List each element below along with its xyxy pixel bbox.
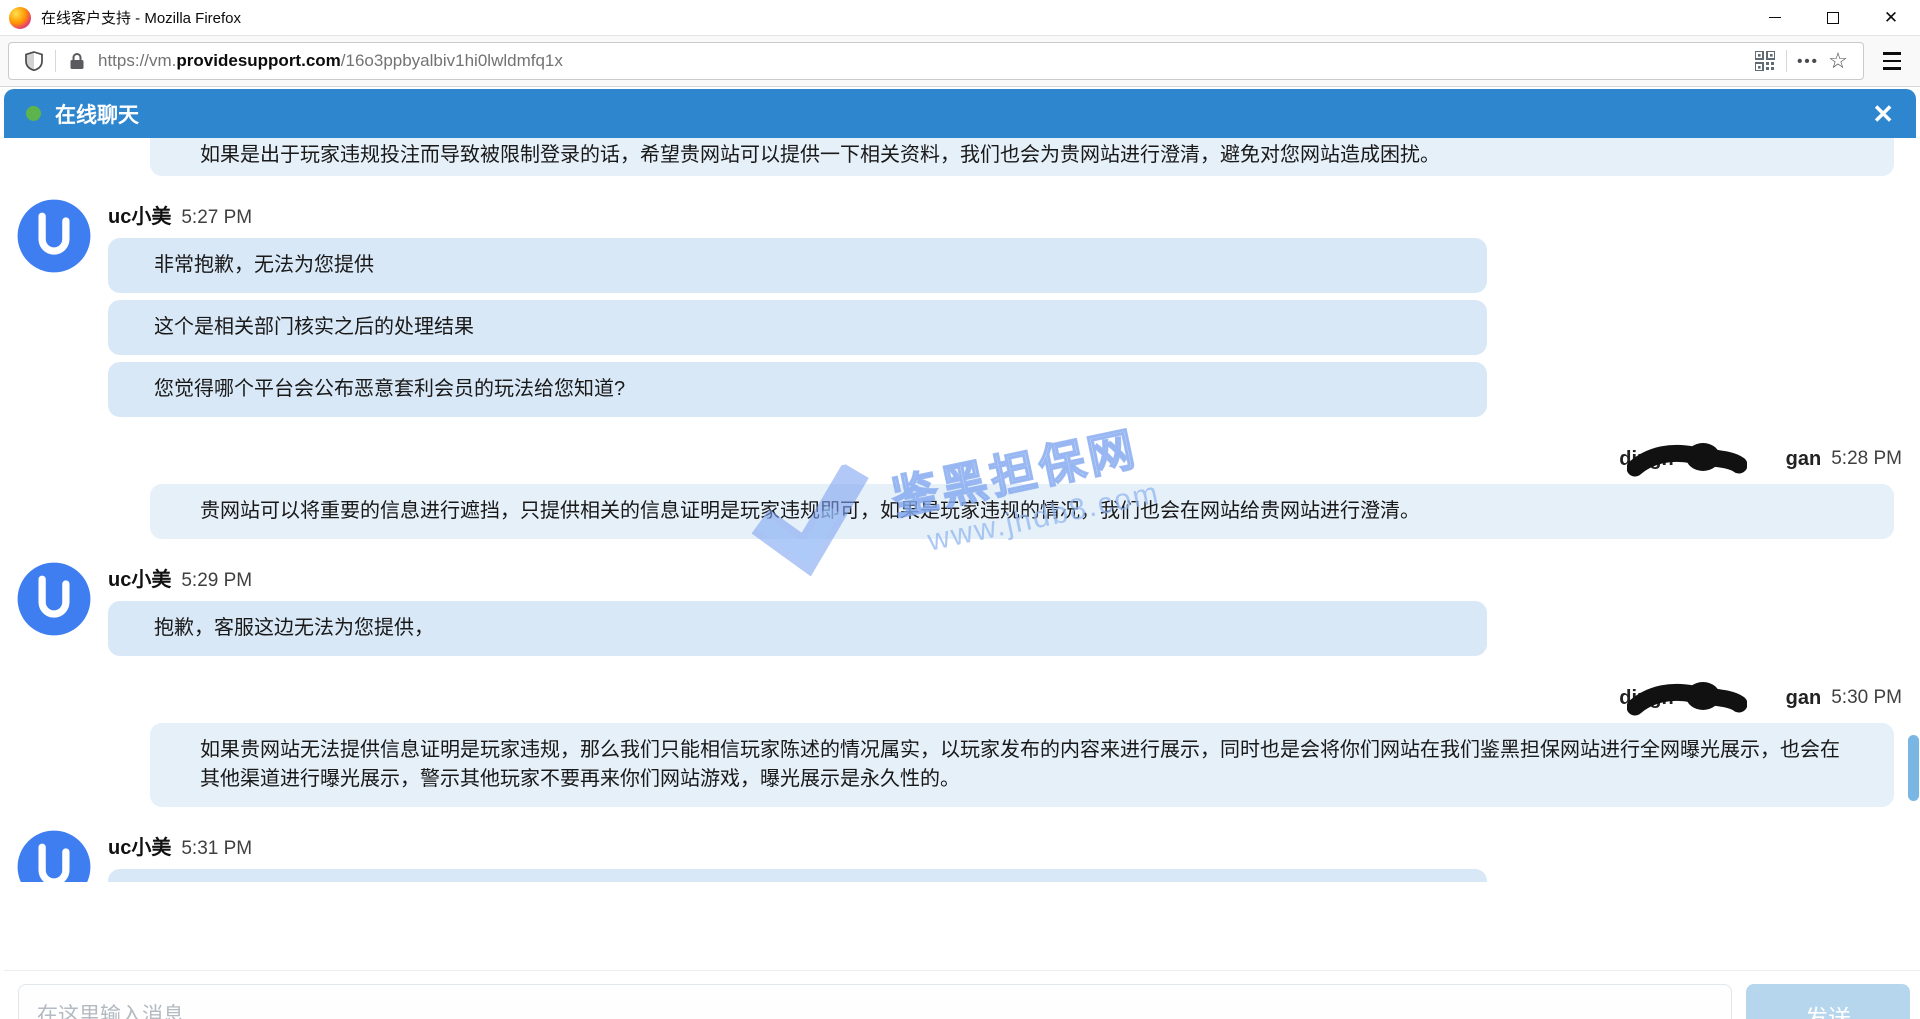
message-meta: uc小美 5:29 PM (108, 563, 1487, 592)
message-time: 5:30 PM (1831, 687, 1902, 709)
message-time: 5:27 PM (181, 207, 252, 229)
menu-button[interactable] (1872, 42, 1912, 80)
clipped-message-text: 如果是出于玩家违规投注而导致被限制登录的话，希望贵网站可以提供一下相关资料，我们… (200, 138, 1440, 167)
agent-message-group: uc小美 5:27 PM 非常抱歉，无法为您提供 这个是相关部门核实之后的处理结… (4, 198, 1916, 424)
url-prefix: https://vm. (98, 51, 176, 70)
firefox-icon (9, 7, 31, 29)
message-time: 5:28 PM (1831, 448, 1902, 470)
message-time: 5:29 PM (181, 570, 252, 592)
close-window-button[interactable]: ✕ (1862, 0, 1920, 35)
page-actions-icon[interactable]: ••• (1793, 46, 1823, 76)
agent-bubble: 这个是相关部门核实之后的处理结果 (108, 300, 1487, 355)
qr-code-icon[interactable] (1750, 46, 1780, 76)
agent-avatar (16, 561, 92, 637)
minimize-icon (1769, 17, 1781, 18)
lock-icon[interactable] (62, 46, 92, 76)
agent-bubble: 抱歉，客服这边无法为您提供， (108, 601, 1487, 656)
restore-button[interactable] (1804, 0, 1862, 35)
agent-message-group: uc小美 5:31 PM 客服很乐意为您解答您的疑问噢，但很抱歉，您的问题已经超… (4, 829, 1916, 882)
agent-name: uc小美 (108, 831, 171, 860)
agent-bubble: 客服很乐意为您解答您的疑问噢，但很抱歉，您的问题已经超出客服的权限，请恕我们无法… (108, 869, 1487, 882)
chat-message-list: 如果是出于玩家违规投注而导致被限制登录的话，希望贵网站可以提供一下相关资料，我们… (4, 138, 1916, 882)
message-meta: uc小美 5:27 PM (108, 200, 1487, 229)
shield-icon[interactable] (19, 46, 49, 76)
navigation-toolbar: https://vm.providesupport.com/16o3ppbyal… (0, 35, 1920, 87)
chat-panel: 在线聊天 ✕ 如果是出于玩家违规投注而导致被限制登录的话，希望贵网站可以提供一下… (4, 89, 1916, 1019)
urlbar-divider (55, 50, 56, 72)
agent-avatar (16, 198, 92, 274)
chat-header: 在线聊天 ✕ (4, 89, 1916, 138)
visitor-bubble: 如果贵网站无法提供信息证明是玩家违规，那么我们只能相信玩家陈述的情况属实，以玩家… (150, 723, 1894, 807)
urlbar-divider (1786, 50, 1787, 72)
message-meta: uc小美 5:31 PM (108, 831, 1487, 860)
message-meta: dingh gan 5:30 PM (4, 681, 1916, 715)
redaction-scribble (1627, 681, 1747, 721)
agent-name: uc小美 (108, 563, 171, 592)
agent-avatar (16, 829, 92, 882)
star-glyph: ☆ (1828, 50, 1848, 72)
window-title: 在线客户支持 - Mozilla Firefox (41, 7, 241, 28)
composer: 发送 (4, 970, 1920, 1019)
chat-close-button[interactable]: ✕ (1872, 101, 1894, 127)
url-bar[interactable]: https://vm.providesupport.com/16o3ppbyal… (8, 42, 1864, 80)
title-bar: 在线客户支持 - Mozilla Firefox ✕ (0, 0, 1920, 35)
chat-title: 在线聊天 (55, 99, 139, 129)
visitor-message-group: dingh gan 5:28 PM 贵网站可以将重要的信息进行遮挡，只提供相关的… (4, 442, 1916, 539)
online-status-dot (26, 106, 41, 121)
ellipsis-glyph: ••• (1797, 53, 1819, 70)
redaction-scribble (1627, 442, 1747, 482)
message-meta: dingh gan 5:28 PM (4, 442, 1916, 476)
window-controls: ✕ (1746, 0, 1920, 35)
minimize-button[interactable] (1746, 0, 1804, 35)
url-domain: providesupport.com (176, 51, 340, 70)
agent-bubble: 您觉得哪个平台会公布恶意套利会员的玩法给您知道? (108, 362, 1487, 417)
redacted-username: dingh gan (1619, 687, 1821, 710)
url-path: /16o3ppbyalbiv1hi0lwldmfq1x (341, 51, 563, 70)
message-input[interactable] (18, 984, 1732, 1019)
send-button[interactable]: 发送 (1746, 984, 1910, 1019)
visitor-bubble: 贵网站可以将重要的信息进行遮挡，只提供相关的信息证明是玩家违规即可，如果是玩家违… (150, 484, 1894, 539)
browser-window: 在线客户支持 - Mozilla Firefox ✕ https://vm.pr… (0, 0, 1920, 1019)
agent-message-group: uc小美 5:29 PM 抱歉，客服这边无法为您提供， (4, 561, 1916, 663)
message-time: 5:31 PM (181, 838, 252, 860)
bookmark-star-icon[interactable]: ☆ (1823, 46, 1853, 76)
restore-icon (1827, 12, 1839, 24)
scrollbar-thumb[interactable] (1908, 735, 1919, 801)
agent-name: uc小美 (108, 200, 171, 229)
close-icon: ✕ (1884, 8, 1898, 28)
agent-bubble: 非常抱歉，无法为您提供 (108, 238, 1487, 293)
url-text[interactable]: https://vm.providesupport.com/16o3ppbyal… (98, 51, 1750, 71)
visitor-message-group: dingh gan 5:30 PM 如果贵网站无法提供信息证明是玩家违规，那么我… (4, 681, 1916, 807)
redacted-username: dingh gan (1619, 448, 1821, 471)
clipped-visitor-bubble: 如果是出于玩家违规投注而导致被限制登录的话，希望贵网站可以提供一下相关资料，我们… (150, 138, 1894, 176)
